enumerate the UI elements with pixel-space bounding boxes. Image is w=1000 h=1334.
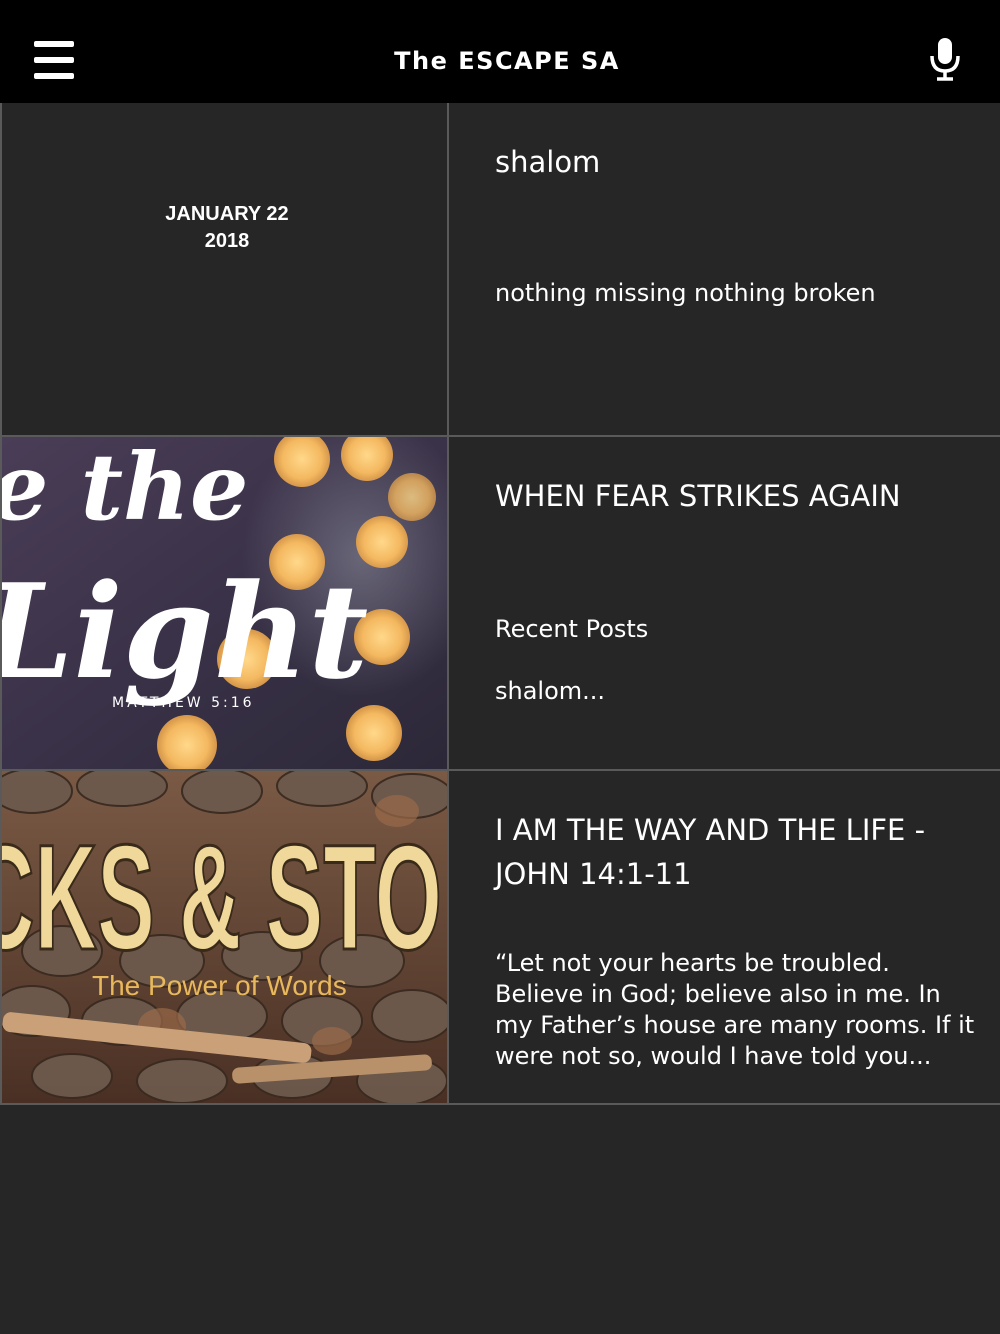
post-item[interactable]: JANUARY 22 2018 shalom nothing missing n… bbox=[0, 103, 1000, 437]
image-subtitle-text: The Power of Words bbox=[92, 970, 347, 1001]
image-headline-text: CKS & STO bbox=[2, 813, 442, 981]
post-date-month-day: JANUARY 22 bbox=[165, 203, 289, 225]
top-bar: The ESCAPE SA bbox=[0, 0, 1000, 103]
post-title: I AM THE WAY AND THE LIFE - JOHN 14:1-11 bbox=[495, 813, 926, 891]
post-excerpt: nothing missing nothing broken bbox=[495, 279, 876, 307]
stones-image: CKS & STO The Power of Words bbox=[2, 771, 447, 1103]
post-item[interactable]: CKS & STO The Power of Words I AM THE WA… bbox=[0, 771, 1000, 1105]
bokeh-light-image: e the Light MATTHEW 5:16 bbox=[2, 437, 447, 769]
post-item[interactable]: e the Light MATTHEW 5:16 WHEN FEAR STRIK… bbox=[0, 437, 1000, 771]
date-panel: JANUARY 22 2018 bbox=[2, 103, 449, 435]
image-script-text: Light bbox=[2, 555, 368, 708]
post-date-year: 2018 bbox=[204, 230, 250, 252]
post-title: shalom bbox=[495, 145, 601, 179]
post-excerpt: “Let not your hearts be troubled. Believ… bbox=[495, 949, 975, 1070]
post-excerpt-line: Recent Posts bbox=[495, 615, 649, 643]
image-script-text: e the bbox=[2, 437, 248, 541]
image-reference-text: MATTHEW 5:16 bbox=[112, 695, 255, 711]
post-thumbnail: e the Light MATTHEW 5:16 bbox=[2, 437, 449, 769]
post-thumbnail: CKS & STO The Power of Words bbox=[2, 771, 449, 1103]
post-title: WHEN FEAR STRIKES AGAIN bbox=[495, 479, 901, 513]
app-title: The ESCAPE SA bbox=[394, 47, 620, 75]
post-excerpt-line: shalom... bbox=[495, 677, 606, 705]
post-date: JANUARY 22 2018 bbox=[2, 201, 447, 255]
microphone-icon[interactable] bbox=[925, 36, 965, 82]
